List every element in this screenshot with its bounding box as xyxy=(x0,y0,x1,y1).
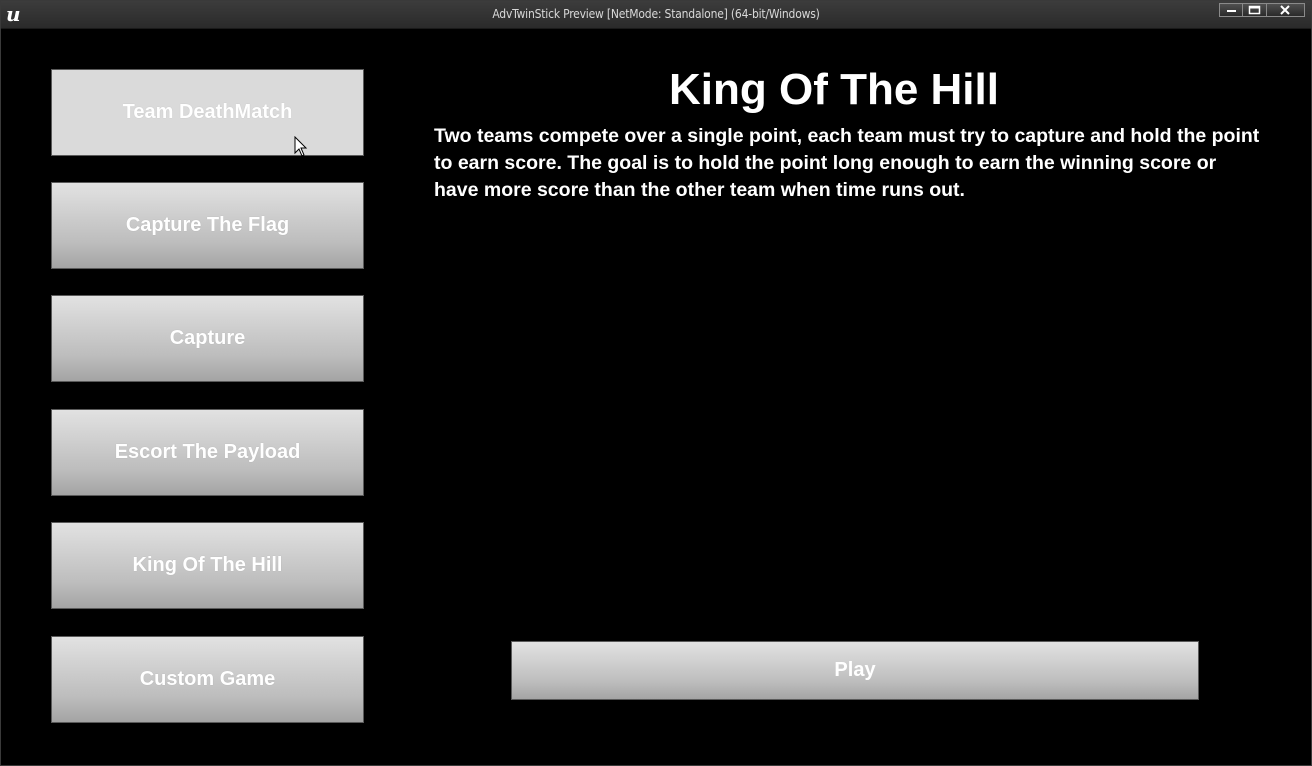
window-title: AdvTwinStick Preview [NetMode: Standalon… xyxy=(492,7,820,21)
mode-button-king-of-the-hill[interactable]: King Of The Hill xyxy=(51,522,364,609)
mode-button-label: Custom Game xyxy=(139,668,276,690)
play-button-label: Play xyxy=(834,659,876,681)
mode-button-capture-the-flag[interactable]: Capture The Flag xyxy=(51,182,364,269)
maximize-button[interactable] xyxy=(1243,3,1267,17)
mode-button-team-deathmatch[interactable]: Team DeathMatch xyxy=(51,69,364,156)
mode-button-label: Capture The Flag xyxy=(125,214,290,236)
close-icon xyxy=(1280,5,1290,15)
maximize-icon xyxy=(1248,5,1261,15)
title-bar[interactable]: u AdvTwinStick Preview [NetMode: Standal… xyxy=(1,1,1311,29)
selected-mode-description: Two teams compete over a single point, e… xyxy=(434,125,1260,201)
mode-button-escort-the-payload[interactable]: Escort The Payload xyxy=(51,409,364,496)
mode-button-capture[interactable]: Capture xyxy=(51,295,364,382)
window-controls xyxy=(1219,3,1305,19)
play-button[interactable]: Play xyxy=(511,641,1199,700)
mode-button-label: Capture xyxy=(169,327,246,349)
close-button[interactable] xyxy=(1267,3,1305,17)
mode-button-label: Team DeathMatch xyxy=(122,101,293,123)
minimize-icon xyxy=(1227,10,1236,12)
mode-button-custom-game[interactable]: Custom Game xyxy=(51,636,364,723)
minimize-button[interactable] xyxy=(1219,3,1243,17)
selected-mode-title: King Of The Hill xyxy=(669,65,999,114)
mouse-cursor-icon xyxy=(294,136,308,157)
game-window: u AdvTwinStick Preview [NetMode: Standal… xyxy=(0,0,1312,766)
mode-button-label: Escort The Payload xyxy=(114,441,301,463)
mode-button-label: King Of The Hill xyxy=(132,554,283,576)
